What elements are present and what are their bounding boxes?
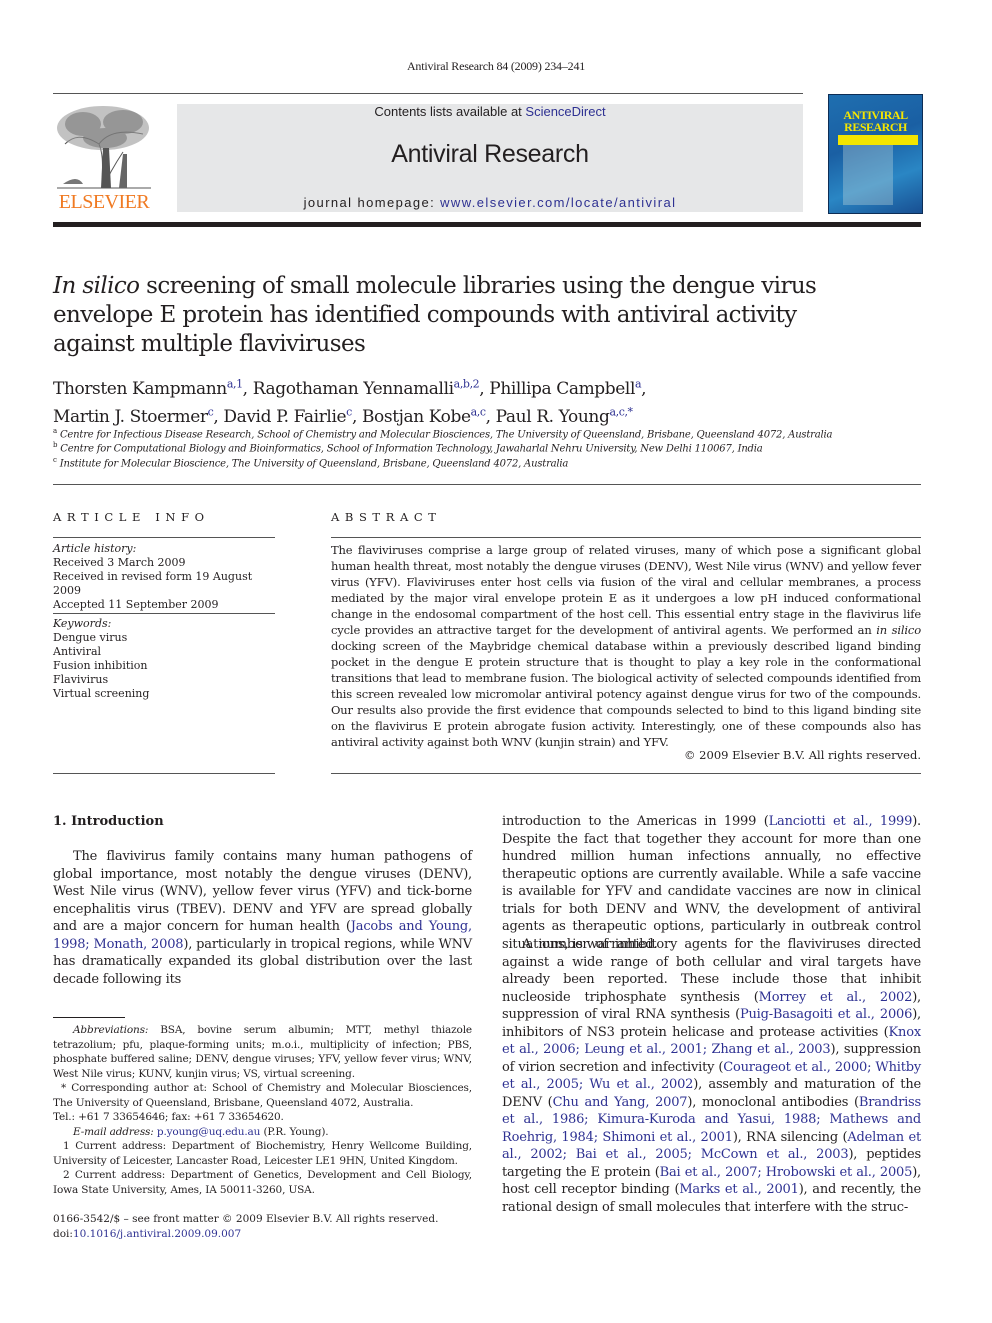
keywords: Keywords: Dengue virus Antiviral Fusion …	[53, 617, 275, 701]
history-item: Received in revised form 19 August 2009	[53, 570, 253, 597]
author: Ragothaman Yennamallia,b,2,	[252, 377, 490, 399]
citation-link[interactable]: Morrey et al., 2002	[759, 990, 913, 1005]
history-label: Article history:	[53, 542, 137, 555]
homepage-prefix: journal homepage:	[303, 195, 441, 210]
contact-phone: Tel.: +61 7 33654646; fax: +61 7 3365462…	[53, 1111, 284, 1123]
author: Phillipa Campbella,	[489, 377, 647, 399]
journal-title: Antiviral Research	[391, 140, 589, 168]
contents-prefix: Contents lists available at	[374, 104, 526, 119]
citation-link[interactable]: Bai et al., 2007; Hrobowski et al., 2005	[660, 1165, 913, 1180]
publisher-name: ELSEVIER	[58, 191, 150, 213]
affiliation: a Centre for Infectious Disease Research…	[53, 427, 833, 441]
citation-link[interactable]: Chu and Yang, 2007	[553, 1095, 688, 1110]
doi-line: doi:10.1016/j.antiviral.2009.09.007	[53, 1228, 242, 1240]
author-list: Thorsten Kampmanna,1, Ragothaman Yennama…	[53, 372, 853, 429]
running-head: Antiviral Research 84 (2009) 234–241	[406, 59, 586, 73]
journal-masthead: Contents lists available at ScienceDirec…	[177, 104, 803, 212]
divider	[331, 773, 921, 774]
cover-panel	[843, 145, 893, 205]
citation-link[interactable]: Marks et al., 2001	[679, 1182, 799, 1197]
cover-title: ANTIVIRAL RESEARCH	[843, 108, 908, 134]
contents-line: Contents lists available at ScienceDirec…	[177, 104, 803, 119]
history-item: Received 3 March 2009	[53, 556, 186, 569]
divider	[331, 537, 921, 538]
homepage-link[interactable]: www.elsevier.com/locate/antiviral	[440, 195, 676, 210]
keyword: Antiviral	[53, 645, 102, 658]
abstract-text: The flaviviruses comprise a large group …	[331, 543, 921, 749]
keyword: Virtual screening	[53, 687, 150, 700]
intro-paragraph: The flavivirus family contains many huma…	[53, 849, 472, 987]
doi-link[interactable]: 10.1016/j.antiviral.2009.09.007	[73, 1228, 241, 1240]
article-history: Article history: Received 3 March 2009 R…	[53, 542, 275, 612]
homepage-line: journal homepage: www.elsevier.com/locat…	[177, 195, 803, 210]
divider	[53, 93, 803, 94]
divider	[53, 537, 275, 538]
sciencedirect-link[interactable]: ScienceDirect	[525, 104, 605, 119]
author: Paul R. Younga,c,*	[495, 405, 633, 428]
email-line: E-mail address: p.young@uq.edu.au (P.R. …	[73, 1125, 329, 1138]
affiliation: b Centre for Computational Biology and B…	[53, 441, 763, 455]
intro-paragraph: A number of inhibitory agents for the fl…	[502, 937, 922, 1215]
abbreviations: Abbreviations: BSA, bovine serum albumin…	[53, 1024, 472, 1080]
article-info-heading: ARTICLE INFO	[53, 510, 210, 524]
keywords-label: Keywords:	[53, 617, 112, 630]
issn-line: 0166-3542/$ – see front matter © 2009 El…	[53, 1213, 439, 1225]
tree-icon	[57, 106, 151, 189]
keyword: Flavivirus	[53, 673, 109, 686]
email-link[interactable]: p.young@uq.edu.au	[157, 1126, 261, 1138]
footnote-rule	[53, 1017, 125, 1018]
footnote-2: 2 Current address: Department of Genetic…	[53, 1169, 472, 1196]
footnote-1: 1 Current address: Department of Biochem…	[53, 1140, 472, 1167]
journal-cover-image: ANTIVIRAL RESEARCH	[828, 94, 923, 214]
history-item: Accepted 11 September 2009	[53, 598, 219, 611]
article-title: In silico screening of small molecule li…	[53, 273, 817, 357]
author: Martin J. Stoermerc,	[53, 405, 224, 428]
affiliation: c Institute for Molecular Bioscience, Th…	[53, 456, 569, 470]
author: Bostjan Kobea,c,	[361, 405, 496, 428]
abstract-heading: ABSTRACT	[331, 510, 442, 524]
keyword: Dengue virus	[53, 631, 128, 644]
author: David P. Fairliec,	[223, 405, 362, 428]
cover-band	[838, 135, 918, 145]
section-heading: 1. Introduction	[53, 814, 164, 829]
citation-link[interactable]: Lanciotti et al., 1999	[769, 814, 913, 829]
elsevier-logo: ELSEVIER	[53, 104, 155, 214]
divider	[53, 773, 275, 774]
header-rule	[53, 222, 921, 227]
footnotes: Abbreviations: BSA, bovine serum albumin…	[53, 1023, 472, 1197]
intro-paragraph: introduction to the Americas in 1999 (La…	[502, 814, 921, 952]
author: Thorsten Kampmanna,1,	[53, 377, 253, 399]
copyright: © 2009 Elsevier B.V. All rights reserved…	[684, 748, 921, 762]
corresponding-author: * Corresponding author at: School of Che…	[53, 1082, 472, 1109]
citation-link[interactable]: Puig-Basagoiti et al., 2006	[740, 1007, 912, 1022]
divider	[53, 613, 275, 614]
keyword: Fusion inhibition	[53, 659, 148, 672]
issn-doi: 0166-3542/$ – see front matter © 2009 El…	[53, 1212, 438, 1242]
divider	[53, 484, 921, 485]
